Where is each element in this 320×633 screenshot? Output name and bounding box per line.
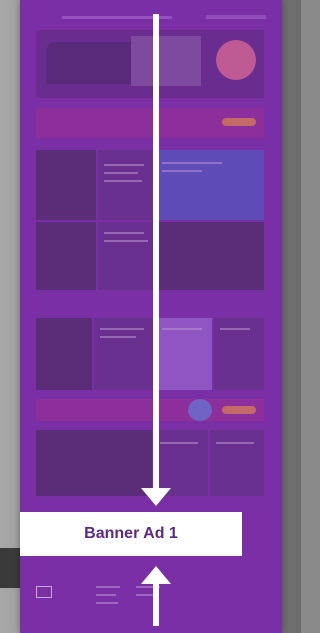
text-line [104,240,148,242]
banner-ad[interactable]: Banner Ad 1 [20,512,242,556]
arrow-up-icon [153,582,159,626]
text-tile [98,150,154,220]
text-tile [214,318,264,390]
text-line [100,328,144,330]
promo-strip [36,108,264,138]
promo-button [222,406,256,414]
header-utilities [206,15,266,19]
promo-strip [36,399,264,421]
text-tile [94,318,154,390]
text-line [162,328,202,330]
footer-link [96,586,120,588]
text-tile [154,430,208,496]
text-line [104,180,142,182]
footer-logo [36,586,52,598]
vehicle-graphic [131,36,201,86]
site-footer [36,578,264,630]
photo-tile [156,222,264,290]
text-line [220,328,250,330]
text-line [104,232,144,234]
photo-tile [36,430,152,496]
arrow-down-icon [141,488,171,506]
photo-tile [36,222,96,290]
text-line [162,170,202,172]
news-grid [36,430,264,496]
banner-ad-label: Banner Ad 1 [84,525,178,542]
text-line [162,162,222,164]
footer-link [96,602,118,604]
photo-tile [36,150,96,220]
text-line [160,442,198,444]
site-header [36,12,266,24]
text-tile [98,222,154,290]
content-grid [36,150,264,290]
feature-tile [156,150,264,220]
exhibitor-grid [36,318,264,392]
text-line [100,336,136,338]
promo-button [222,118,256,126]
arrow-down-icon [153,14,159,494]
text-line [104,164,144,166]
text-line [104,172,138,174]
text-line [216,442,254,444]
footer-link [96,594,116,596]
text-tile [156,318,212,390]
text-tile [210,430,264,496]
promo-graphic [188,399,212,421]
hero-image [36,30,264,98]
photo-tile [36,318,92,390]
hero-badge [216,40,256,80]
